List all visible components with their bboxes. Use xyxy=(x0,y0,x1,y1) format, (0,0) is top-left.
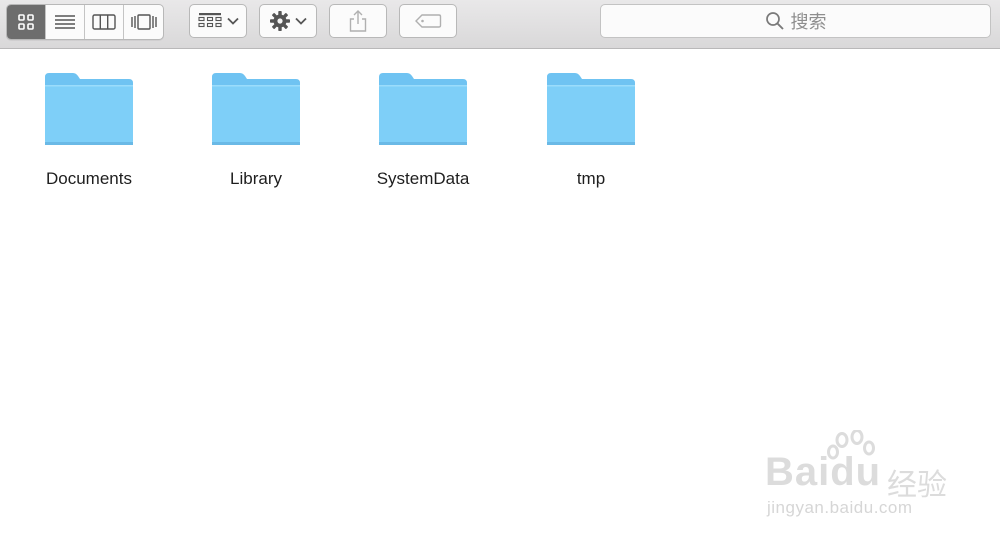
folder-item-systemdata[interactable]: SystemData xyxy=(358,71,488,189)
toolbar: 搜索 xyxy=(0,0,1000,49)
arrange-grid-icon xyxy=(197,13,222,28)
watermark-url: jingyan.baidu.com xyxy=(767,498,913,517)
view-mode-segmented-control xyxy=(6,4,164,40)
icon-view-icon xyxy=(18,14,34,30)
folder-icon xyxy=(547,73,635,145)
folder-item-documents[interactable]: Documents xyxy=(24,71,154,189)
baidu-jingyan-watermark: Baidu 经验 jingyan.baidu.com xyxy=(765,430,955,525)
list-view-button[interactable] xyxy=(46,5,85,39)
folder-label: Library xyxy=(230,169,282,188)
search-placeholder: 搜索 xyxy=(790,12,827,32)
folder-label: tmp xyxy=(576,169,606,188)
watermark-brand: Baidu xyxy=(765,450,882,494)
arrange-button[interactable] xyxy=(189,4,247,38)
share-icon xyxy=(349,10,367,32)
cover-flow-icon xyxy=(130,14,157,30)
search-field[interactable]: 搜索 xyxy=(600,4,991,38)
chevron-down-icon xyxy=(295,17,307,25)
folder-icon xyxy=(45,73,133,145)
column-view-button[interactable] xyxy=(85,5,124,39)
action-button[interactable] xyxy=(259,4,317,38)
search-icon xyxy=(765,12,784,30)
folder-item-tmp[interactable]: tmp xyxy=(526,71,656,189)
cover-flow-button[interactable] xyxy=(124,5,163,39)
chevron-down-icon xyxy=(226,17,239,25)
finder-window: 搜索 Documents Library SystemData tmp Baid… xyxy=(0,0,1000,542)
folder-label: SystemData xyxy=(376,169,470,188)
icon-view-button[interactable] xyxy=(7,5,46,39)
folder-label: Documents xyxy=(46,169,132,188)
list-view-icon xyxy=(55,15,75,29)
tag-button[interactable] xyxy=(399,4,457,38)
share-button[interactable] xyxy=(329,4,387,38)
folder-icon xyxy=(212,73,300,145)
folder-item-library[interactable]: Library xyxy=(191,71,321,189)
gear-icon xyxy=(270,11,290,31)
column-view-icon xyxy=(92,14,116,30)
tag-icon xyxy=(415,14,442,28)
folder-icon xyxy=(379,73,467,145)
